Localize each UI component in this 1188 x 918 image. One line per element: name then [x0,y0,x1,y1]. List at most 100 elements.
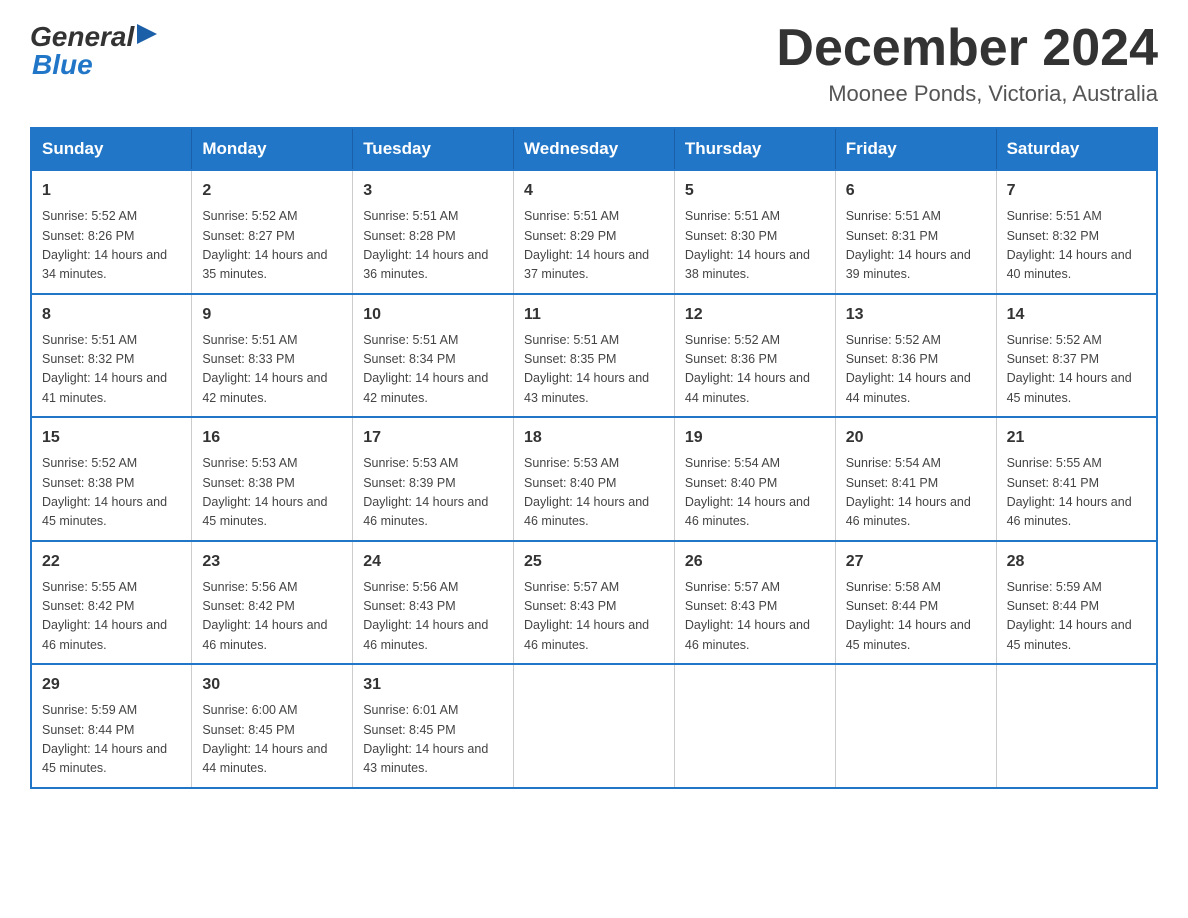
day-number: 16 [202,426,342,450]
calendar-cell [996,664,1157,788]
day-info: Sunrise: 5:53 AMSunset: 8:39 PMDaylight:… [363,454,503,532]
calendar-cell: 6 Sunrise: 5:51 AMSunset: 8:31 PMDayligh… [835,170,996,294]
day-number: 23 [202,550,342,574]
logo-arrow-icon [137,20,157,48]
day-info: Sunrise: 5:56 AMSunset: 8:43 PMDaylight:… [363,578,503,656]
calendar-cell: 3 Sunrise: 5:51 AMSunset: 8:28 PMDayligh… [353,170,514,294]
calendar-cell: 15 Sunrise: 5:52 AMSunset: 8:38 PMDaylig… [31,417,192,541]
calendar-cell: 19 Sunrise: 5:54 AMSunset: 8:40 PMDaylig… [674,417,835,541]
day-number: 14 [1007,303,1146,327]
calendar-cell: 31 Sunrise: 6:01 AMSunset: 8:45 PMDaylig… [353,664,514,788]
calendar-cell: 30 Sunrise: 6:00 AMSunset: 8:45 PMDaylig… [192,664,353,788]
calendar-cell: 27 Sunrise: 5:58 AMSunset: 8:44 PMDaylig… [835,541,996,665]
weekday-header-friday: Friday [835,128,996,170]
day-number: 31 [363,673,503,697]
day-info: Sunrise: 5:54 AMSunset: 8:40 PMDaylight:… [685,454,825,532]
day-info: Sunrise: 5:53 AMSunset: 8:40 PMDaylight:… [524,454,664,532]
calendar-cell: 12 Sunrise: 5:52 AMSunset: 8:36 PMDaylig… [674,294,835,418]
calendar-cell: 26 Sunrise: 5:57 AMSunset: 8:43 PMDaylig… [674,541,835,665]
day-info: Sunrise: 5:57 AMSunset: 8:43 PMDaylight:… [685,578,825,656]
logo: General Blue [30,20,157,81]
calendar-cell: 5 Sunrise: 5:51 AMSunset: 8:30 PMDayligh… [674,170,835,294]
calendar-cell: 29 Sunrise: 5:59 AMSunset: 8:44 PMDaylig… [31,664,192,788]
day-number: 6 [846,179,986,203]
calendar-table: SundayMondayTuesdayWednesdayThursdayFrid… [30,127,1158,789]
day-number: 3 [363,179,503,203]
weekday-header-tuesday: Tuesday [353,128,514,170]
day-info: Sunrise: 5:59 AMSunset: 8:44 PMDaylight:… [1007,578,1146,656]
weekday-header-wednesday: Wednesday [514,128,675,170]
day-info: Sunrise: 5:53 AMSunset: 8:38 PMDaylight:… [202,454,342,532]
day-number: 13 [846,303,986,327]
day-number: 9 [202,303,342,327]
day-number: 10 [363,303,503,327]
logo-general-text: General [30,21,134,53]
calendar-cell: 4 Sunrise: 5:51 AMSunset: 8:29 PMDayligh… [514,170,675,294]
day-number: 21 [1007,426,1146,450]
calendar-cell: 1 Sunrise: 5:52 AMSunset: 8:26 PMDayligh… [31,170,192,294]
calendar-cell: 16 Sunrise: 5:53 AMSunset: 8:38 PMDaylig… [192,417,353,541]
day-number: 2 [202,179,342,203]
page-subtitle: Moonee Ponds, Victoria, Australia [776,81,1158,107]
calendar-cell [674,664,835,788]
calendar-cell: 20 Sunrise: 5:54 AMSunset: 8:41 PMDaylig… [835,417,996,541]
calendar-week-row: 22 Sunrise: 5:55 AMSunset: 8:42 PMDaylig… [31,541,1157,665]
calendar-cell: 24 Sunrise: 5:56 AMSunset: 8:43 PMDaylig… [353,541,514,665]
page-title: December 2024 [776,20,1158,77]
calendar-cell: 17 Sunrise: 5:53 AMSunset: 8:39 PMDaylig… [353,417,514,541]
day-number: 29 [42,673,181,697]
day-number: 8 [42,303,181,327]
calendar-header-row: SundayMondayTuesdayWednesdayThursdayFrid… [31,128,1157,170]
calendar-cell: 23 Sunrise: 5:56 AMSunset: 8:42 PMDaylig… [192,541,353,665]
title-area: December 2024 Moonee Ponds, Victoria, Au… [776,20,1158,107]
day-info: Sunrise: 6:00 AMSunset: 8:45 PMDaylight:… [202,701,342,779]
day-info: Sunrise: 5:51 AMSunset: 8:32 PMDaylight:… [42,331,181,409]
weekday-header-sunday: Sunday [31,128,192,170]
calendar-cell: 13 Sunrise: 5:52 AMSunset: 8:36 PMDaylig… [835,294,996,418]
day-info: Sunrise: 5:51 AMSunset: 8:28 PMDaylight:… [363,207,503,285]
logo-blue-text: Blue [32,49,93,81]
day-info: Sunrise: 5:51 AMSunset: 8:34 PMDaylight:… [363,331,503,409]
day-info: Sunrise: 5:51 AMSunset: 8:35 PMDaylight:… [524,331,664,409]
day-number: 11 [524,303,664,327]
calendar-cell: 25 Sunrise: 5:57 AMSunset: 8:43 PMDaylig… [514,541,675,665]
day-number: 25 [524,550,664,574]
day-number: 18 [524,426,664,450]
day-info: Sunrise: 5:51 AMSunset: 8:29 PMDaylight:… [524,207,664,285]
day-number: 5 [685,179,825,203]
day-info: Sunrise: 5:55 AMSunset: 8:41 PMDaylight:… [1007,454,1146,532]
day-number: 22 [42,550,181,574]
day-info: Sunrise: 6:01 AMSunset: 8:45 PMDaylight:… [363,701,503,779]
day-number: 17 [363,426,503,450]
calendar-cell [514,664,675,788]
calendar-cell: 28 Sunrise: 5:59 AMSunset: 8:44 PMDaylig… [996,541,1157,665]
calendar-cell: 10 Sunrise: 5:51 AMSunset: 8:34 PMDaylig… [353,294,514,418]
day-info: Sunrise: 5:52 AMSunset: 8:37 PMDaylight:… [1007,331,1146,409]
day-number: 27 [846,550,986,574]
calendar-cell: 11 Sunrise: 5:51 AMSunset: 8:35 PMDaylig… [514,294,675,418]
day-number: 15 [42,426,181,450]
weekday-header-saturday: Saturday [996,128,1157,170]
day-info: Sunrise: 5:55 AMSunset: 8:42 PMDaylight:… [42,578,181,656]
calendar-cell: 7 Sunrise: 5:51 AMSunset: 8:32 PMDayligh… [996,170,1157,294]
day-info: Sunrise: 5:52 AMSunset: 8:38 PMDaylight:… [42,454,181,532]
calendar-cell: 9 Sunrise: 5:51 AMSunset: 8:33 PMDayligh… [192,294,353,418]
day-number: 4 [524,179,664,203]
day-number: 7 [1007,179,1146,203]
day-number: 30 [202,673,342,697]
calendar-cell: 22 Sunrise: 5:55 AMSunset: 8:42 PMDaylig… [31,541,192,665]
day-info: Sunrise: 5:52 AMSunset: 8:27 PMDaylight:… [202,207,342,285]
day-info: Sunrise: 5:58 AMSunset: 8:44 PMDaylight:… [846,578,986,656]
day-info: Sunrise: 5:52 AMSunset: 8:36 PMDaylight:… [685,331,825,409]
day-number: 24 [363,550,503,574]
day-info: Sunrise: 5:56 AMSunset: 8:42 PMDaylight:… [202,578,342,656]
calendar-cell: 2 Sunrise: 5:52 AMSunset: 8:27 PMDayligh… [192,170,353,294]
day-info: Sunrise: 5:51 AMSunset: 8:31 PMDaylight:… [846,207,986,285]
day-number: 19 [685,426,825,450]
calendar-cell [835,664,996,788]
day-info: Sunrise: 5:51 AMSunset: 8:30 PMDaylight:… [685,207,825,285]
calendar-cell: 8 Sunrise: 5:51 AMSunset: 8:32 PMDayligh… [31,294,192,418]
calendar-cell: 14 Sunrise: 5:52 AMSunset: 8:37 PMDaylig… [996,294,1157,418]
page-header: General Blue December 2024 Moonee Ponds,… [30,20,1158,107]
weekday-header-thursday: Thursday [674,128,835,170]
